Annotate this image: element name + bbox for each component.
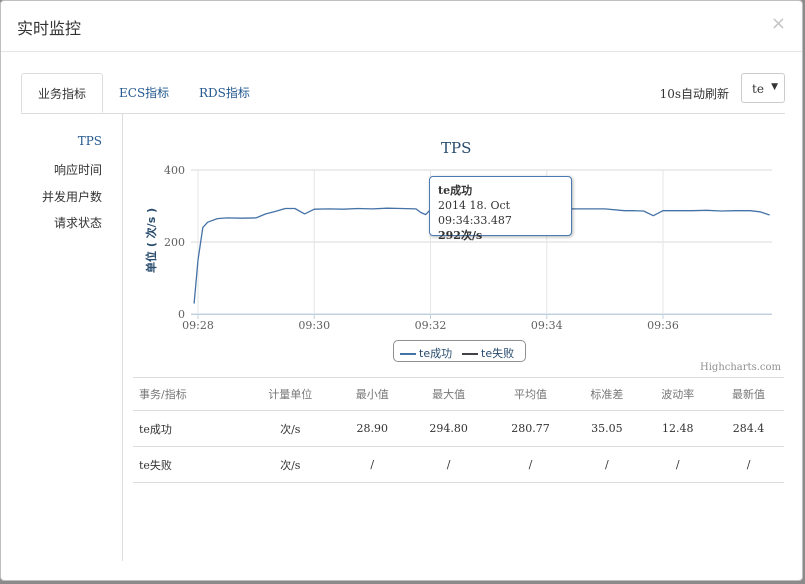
table-header: 最小值 — [336, 377, 408, 411]
table-header: 最新值 — [713, 377, 784, 411]
refresh-select[interactable]: te ▼ — [741, 73, 785, 103]
table-cell: 280.77 — [489, 410, 572, 447]
legend-label: te成功 — [419, 347, 453, 360]
tab-ecs-metrics[interactable]: ECS指标 — [103, 73, 185, 113]
table-header: 标准差 — [571, 377, 643, 411]
tooltip-time: 2014 18. Oct 09:34:33.487 — [438, 199, 512, 227]
sidebar: TPS 响应时间 并发用户数 请求状态 — [21, 114, 123, 561]
x-tick-label: 09:28 — [182, 319, 214, 332]
table-cell: / — [713, 446, 784, 483]
legend-item-te-failure[interactable]: te失败 — [462, 345, 514, 361]
table-cell: 次/s — [243, 446, 337, 483]
chart-y-axis-label: 单位 ( 次/s ) — [145, 207, 158, 273]
modal-title: 实时监控 — [17, 19, 82, 38]
legend-item-te-success[interactable]: te成功 — [400, 345, 452, 361]
y-tick-label: 200 — [164, 236, 185, 249]
tab-bar: 业务指标 ECS指标 RDS指标 10s自动刷新 te ▼ — [21, 73, 785, 114]
tab-rds-metrics[interactable]: RDS指标 — [183, 73, 266, 113]
table-cell: te成功 — [133, 410, 244, 447]
close-icon[interactable]: × — [771, 13, 786, 34]
table-cell: 28.90 — [336, 410, 408, 447]
y-tick-label: 400 — [164, 164, 185, 177]
chart-tooltip: te成功 2014 18. Oct 09:34:33.487 292次/s — [429, 176, 572, 242]
table-cell: / — [642, 446, 714, 483]
table-cell: 次/s — [243, 410, 337, 447]
x-tick-label: 09:34 — [531, 319, 563, 332]
table-cell: te失败 — [133, 446, 244, 483]
sidebar-item-response-time[interactable]: 响应时间 — [54, 161, 102, 178]
legend-line-icon — [462, 353, 478, 355]
x-tick-label: 09:36 — [647, 319, 679, 332]
metrics-table: 事务/指标 计量单位 最小值 最大值 平均值 标准差 波动率 最新值 te成功 … — [133, 377, 784, 483]
y-tick-label: 0 — [178, 308, 185, 321]
modal-header: 实时监控 × — [1, 1, 802, 52]
table-row: te失败 次/s / / / / / / — [133, 446, 784, 483]
sidebar-item-concurrent-users[interactable]: 并发用户数 — [42, 188, 102, 205]
chart-legend: te成功 te失败 — [393, 340, 526, 362]
table-cell: 35.05 — [571, 410, 643, 447]
x-tick-label: 09:30 — [298, 319, 330, 332]
table-header: 事务/指标 — [133, 377, 244, 411]
sidebar-item-tps[interactable]: TPS — [78, 134, 102, 148]
table-header: 波动率 — [642, 377, 714, 411]
chart-title: TPS — [441, 139, 472, 157]
table-cell: 284.4 — [713, 410, 784, 447]
table-cell: 294.80 — [407, 410, 490, 447]
table-header: 平均值 — [489, 377, 572, 411]
table-header: 计量单位 — [243, 377, 337, 411]
table-header: 最大值 — [407, 377, 490, 411]
table-row: te成功 次/s 28.90 294.80 280.77 35.05 12.48… — [133, 410, 784, 447]
x-tick-label: 09:32 — [415, 319, 447, 332]
chart-credits[interactable]: Highcharts.com — [700, 362, 781, 373]
table-cell: / — [571, 446, 643, 483]
table-header-row: 事务/指标 计量单位 最小值 最大值 平均值 标准差 波动率 最新值 — [133, 377, 784, 411]
tooltip-value: 292次/s — [438, 229, 483, 242]
legend-label: te失败 — [481, 347, 515, 360]
table-cell: 12.48 — [642, 410, 714, 447]
refresh-select-value: te — [752, 82, 764, 96]
modal: 实时监控 × 业务指标 ECS指标 RDS指标 10s自动刷新 te ▼ TPS… — [0, 0, 803, 581]
table-cell: / — [489, 446, 572, 483]
caret-down-icon: ▼ — [771, 82, 778, 92]
sidebar-item-request-status[interactable]: 请求状态 — [54, 214, 102, 231]
table-cell: / — [336, 446, 408, 483]
legend-line-icon — [400, 353, 416, 355]
table-cell: / — [407, 446, 490, 483]
refresh-label: 10s自动刷新 — [659, 87, 729, 101]
tooltip-series-name: te成功 — [438, 184, 473, 197]
tab-business-metrics[interactable]: 业务指标 — [21, 73, 104, 113]
